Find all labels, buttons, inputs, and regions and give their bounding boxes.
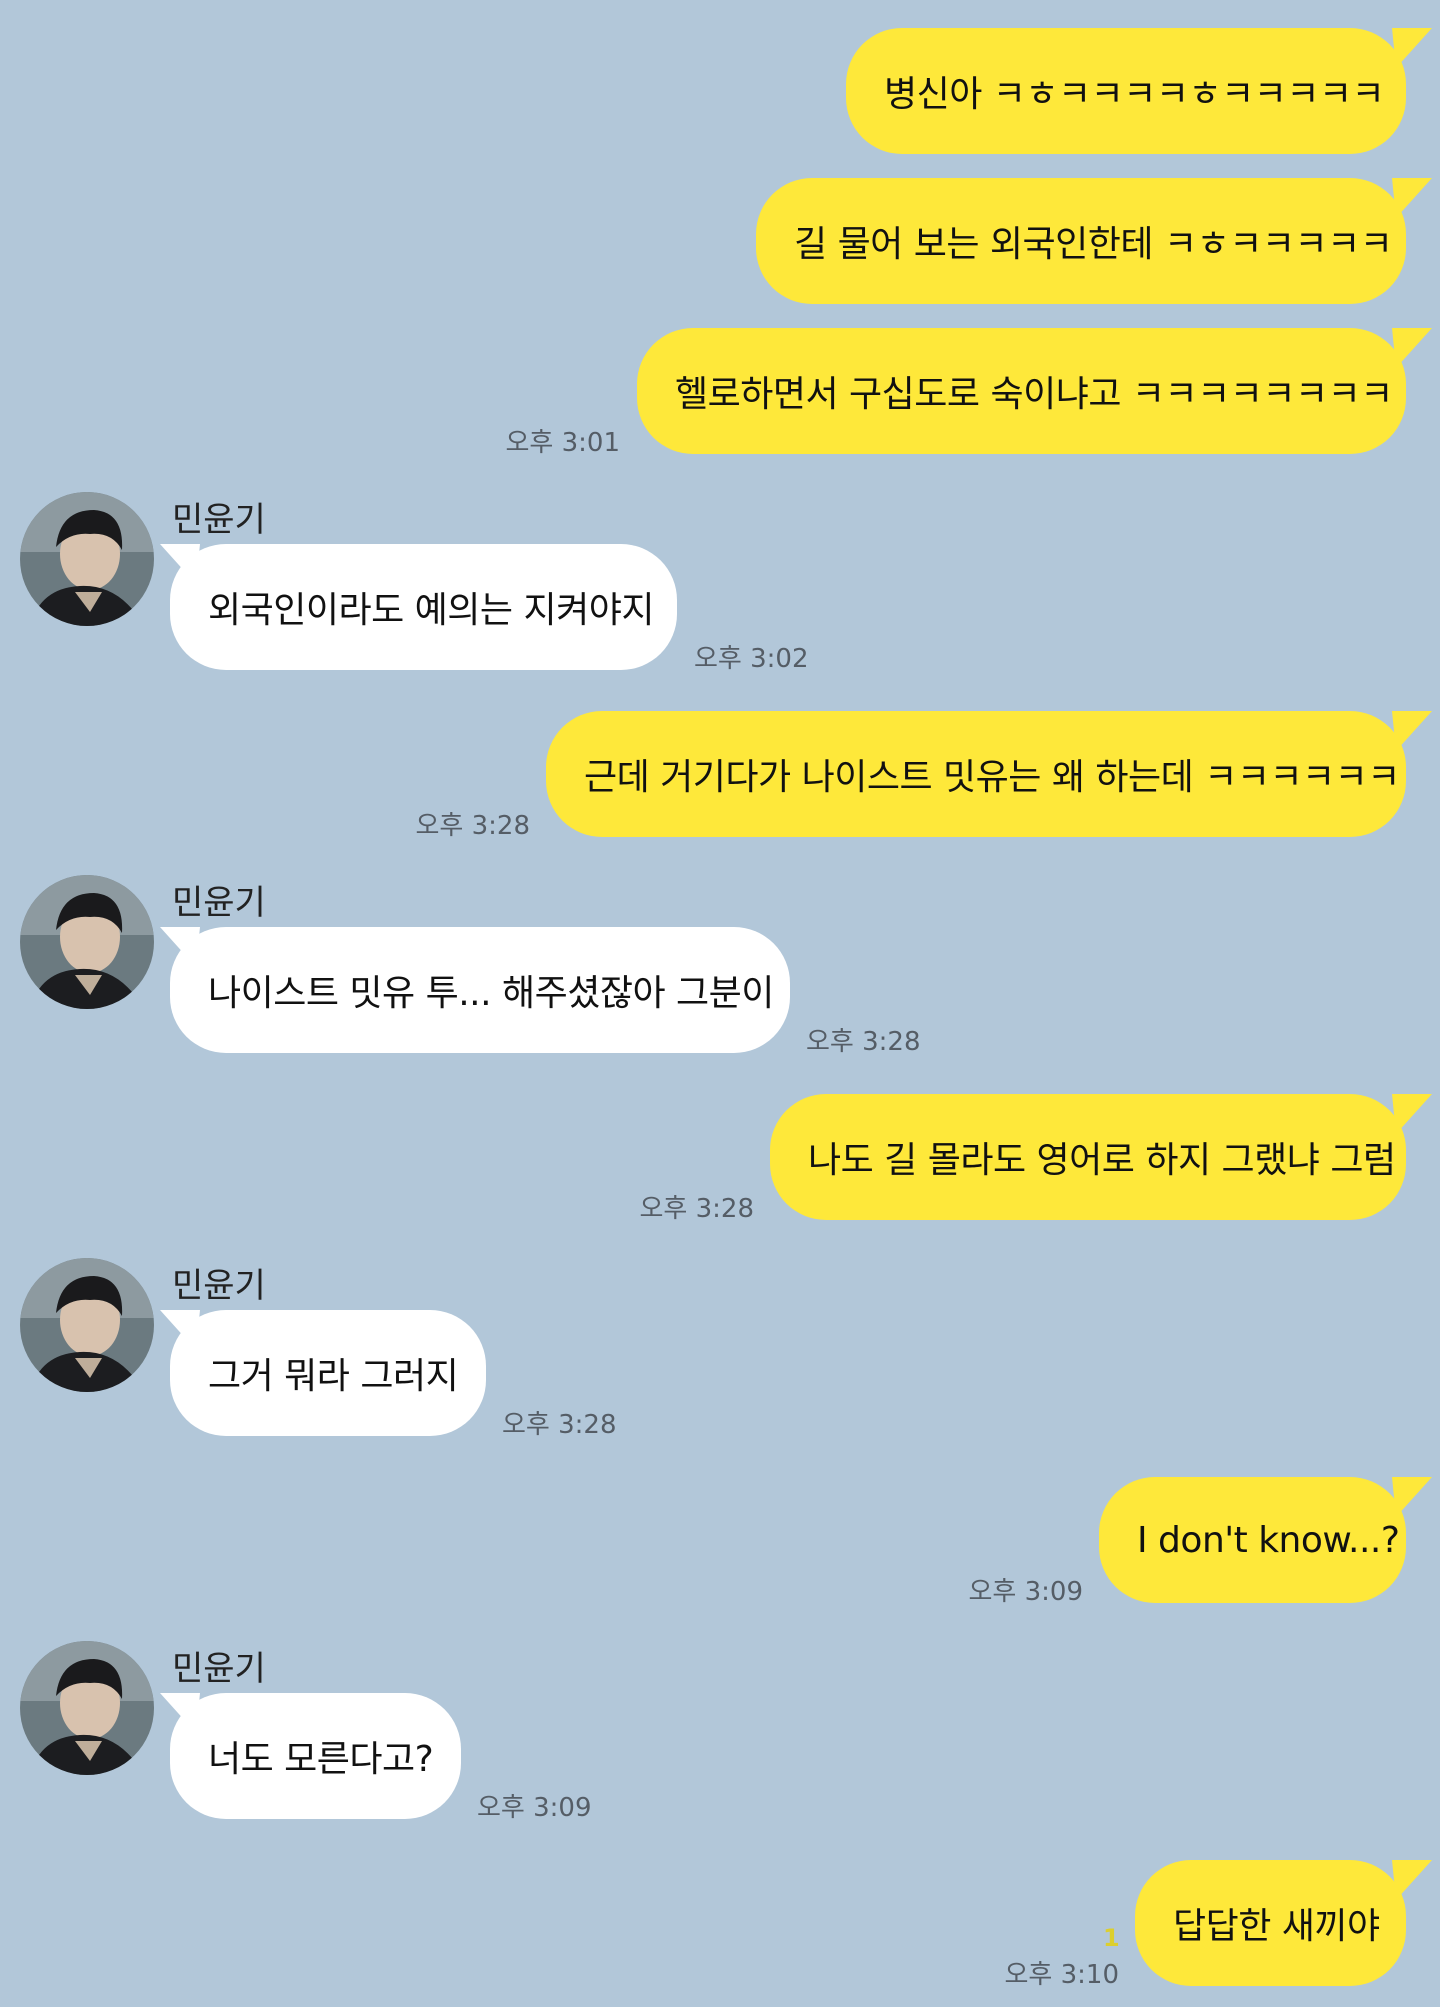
my-message-bubble[interactable]: 답답한 새끼야 bbox=[1135, 1860, 1406, 1986]
avatar[interactable] bbox=[20, 1258, 154, 1392]
message-text: I don't know...? bbox=[1137, 1519, 1400, 1561]
message-timestamp: 오후 3:09 bbox=[968, 1577, 1084, 1607]
message-text: 답답한 새끼야 bbox=[1173, 1906, 1380, 1947]
message-text: 근데 거기다가 나이스트 밋유는 왜 하는데 ㅋㅋㅋㅋㅋㅋ bbox=[584, 757, 1400, 798]
message-text: 그거 뭐라 그러지 bbox=[208, 1356, 459, 1397]
my-message-bubble[interactable]: 근데 거기다가 나이스트 밋유는 왜 하는데 ㅋㅋㅋㅋㅋㅋ bbox=[546, 711, 1406, 837]
message-timestamp: 오후 3:10 bbox=[1004, 1960, 1120, 1990]
sender-name: 민윤기 bbox=[172, 500, 266, 540]
unread-count-badge: 1 bbox=[1103, 1924, 1120, 1952]
their-message-bubble[interactable]: 그거 뭐라 그러지 bbox=[170, 1310, 486, 1436]
message-text: 나이스트 밋유 투... 해주셨잖아 그분이 bbox=[208, 973, 774, 1014]
message-text: 외국인이라도 예의는 지켜야지 bbox=[208, 590, 654, 631]
message-timestamp: 오후 3:09 bbox=[477, 1793, 592, 1823]
my-message-bubble[interactable]: 나도 길 몰라도 영어로 하지 그랬냐 그럼 bbox=[770, 1094, 1406, 1220]
message-text: 헬로하면서 구십도로 숙이냐고 ㅋㅋㅋㅋㅋㅋㅋㅋ bbox=[675, 374, 1393, 415]
bubble-tail bbox=[1392, 328, 1432, 368]
my-message-bubble[interactable]: 헬로하면서 구십도로 숙이냐고 ㅋㅋㅋㅋㅋㅋㅋㅋ bbox=[637, 328, 1406, 454]
message-timestamp: 오후 3:28 bbox=[639, 1194, 755, 1224]
bubble-tail bbox=[1392, 28, 1432, 68]
avatar[interactable] bbox=[20, 492, 154, 626]
bubble-tail bbox=[1392, 178, 1432, 218]
message-text: 나도 길 몰라도 영어로 하지 그랬냐 그럼 bbox=[808, 1140, 1396, 1181]
message-text: 너도 모른다고? bbox=[208, 1739, 434, 1780]
sender-name: 민윤기 bbox=[172, 1649, 266, 1689]
sender-name: 민윤기 bbox=[172, 883, 266, 923]
message-timestamp: 오후 3:28 bbox=[415, 811, 531, 841]
message-timestamp: 오후 3:28 bbox=[502, 1410, 617, 1440]
message-text: 병신아 ㅋㅎㅋㅋㅋㅋㅎㅋㅋㅋㅋㅋ bbox=[884, 74, 1385, 115]
avatar[interactable] bbox=[20, 875, 154, 1009]
bubble-tail bbox=[1392, 1477, 1432, 1517]
their-message-bubble[interactable]: 나이스트 밋유 투... 해주셨잖아 그분이 bbox=[170, 927, 790, 1053]
my-message-bubble[interactable]: I don't know...? bbox=[1099, 1477, 1406, 1603]
avatar[interactable] bbox=[20, 1641, 154, 1775]
my-message-bubble[interactable]: 길 물어 보는 외국인한테 ㅋㅎㅋㅋㅋㅋㅋ bbox=[756, 178, 1406, 304]
bubble-tail bbox=[1392, 1094, 1432, 1134]
their-message-bubble[interactable]: 너도 모른다고? bbox=[170, 1693, 461, 1819]
bubble-tail bbox=[1392, 1860, 1432, 1900]
message-timestamp: 오후 3:02 bbox=[694, 644, 809, 674]
message-text: 길 물어 보는 외국인한테 ㅋㅎㅋㅋㅋㅋㅋ bbox=[794, 224, 1393, 265]
message-timestamp: 오후 3:28 bbox=[806, 1027, 921, 1057]
their-message-bubble[interactable]: 외국인이라도 예의는 지켜야지 bbox=[170, 544, 677, 670]
bubble-tail bbox=[1392, 711, 1432, 751]
sender-name: 민윤기 bbox=[172, 1266, 266, 1306]
my-message-bubble[interactable]: 병신아 ㅋㅎㅋㅋㅋㅋㅎㅋㅋㅋㅋㅋ bbox=[846, 28, 1406, 154]
message-timestamp: 오후 3:01 bbox=[505, 428, 621, 458]
